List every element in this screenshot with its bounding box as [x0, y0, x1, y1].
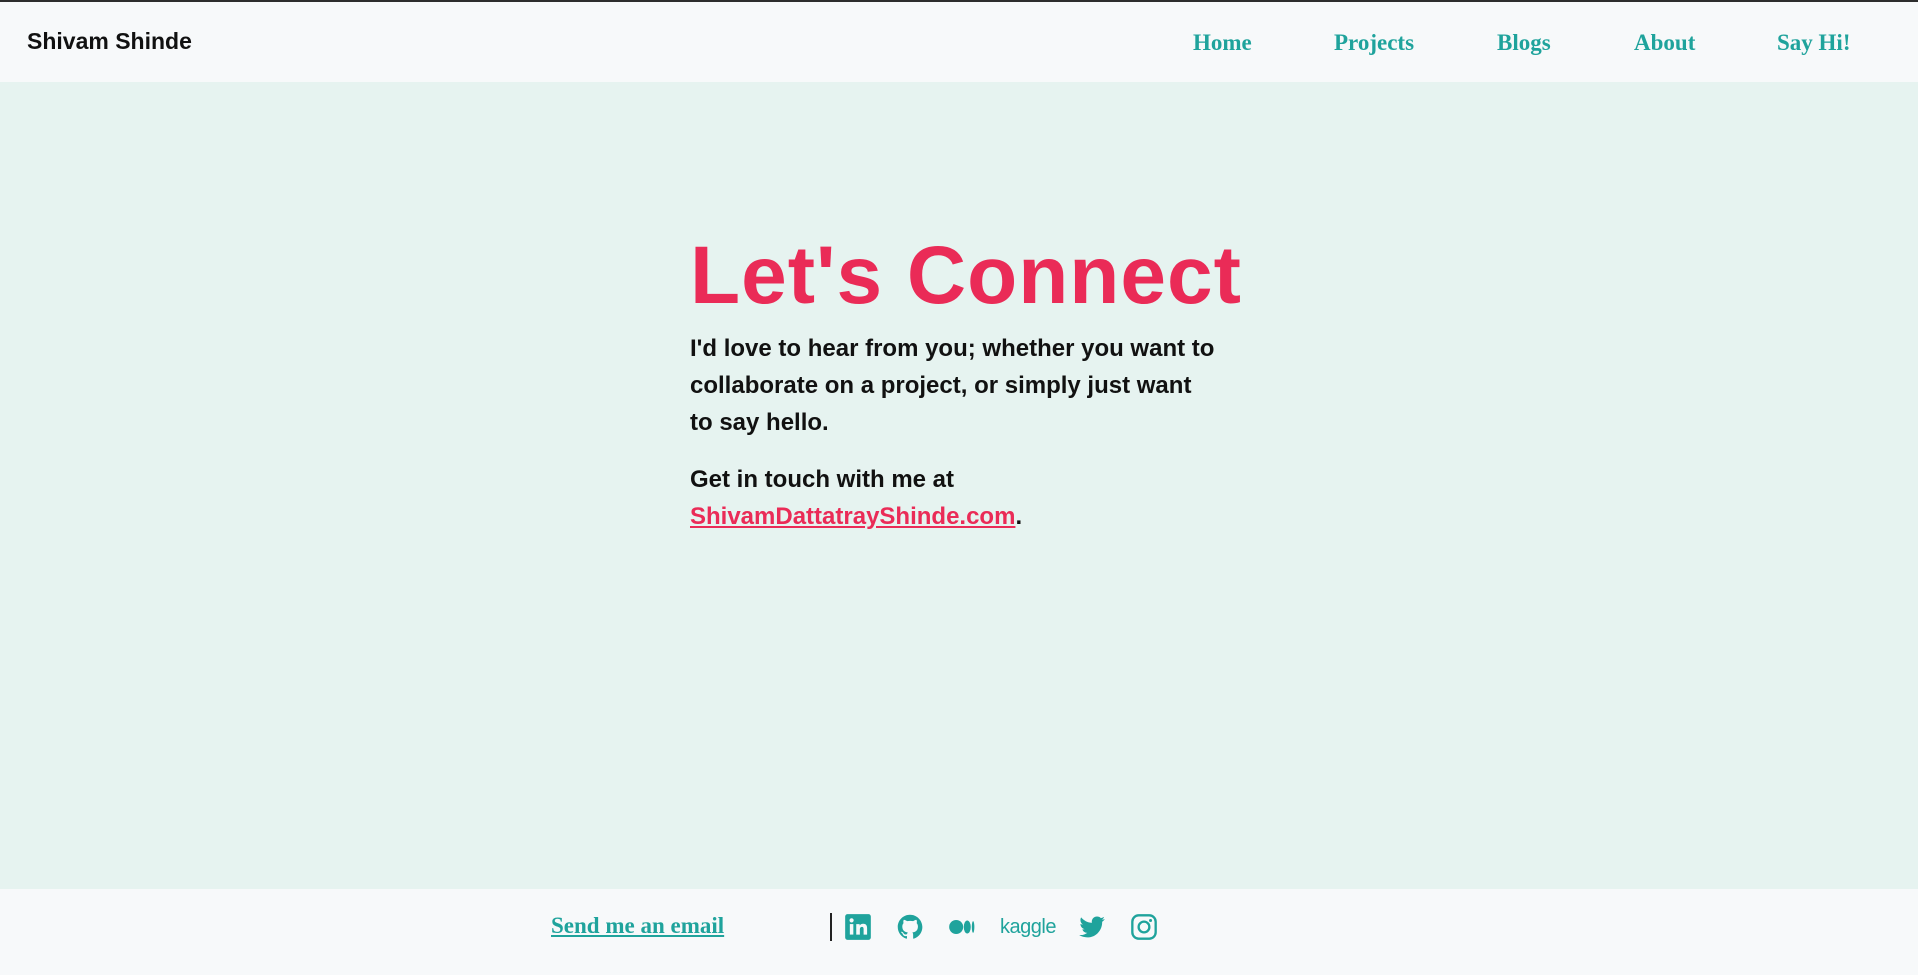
page-title: Let's Connect [690, 230, 1242, 321]
kaggle-icon[interactable]: kaggle [1000, 913, 1056, 941]
website-link[interactable]: ShivamDattatrayShinde.com [690, 503, 1015, 530]
main-nav: Home Projects Blogs About Say Hi! [0, 30, 1918, 60]
nav-link-about[interactable]: About [1634, 30, 1695, 56]
kaggle-label: kaggle [1000, 916, 1056, 938]
nav-link-blogs[interactable]: Blogs [1497, 30, 1551, 56]
github-icon[interactable] [896, 913, 924, 941]
contact-section: Let's Connect I'd love to hear from you;… [690, 230, 1250, 535]
top-navbar: Shivam Shinde Home Projects Blogs About … [0, 0, 1918, 82]
twitter-icon[interactable] [1078, 913, 1106, 941]
contact-suffix: . [1015, 503, 1023, 530]
intro-paragraph: I'd love to hear from you; whether you w… [690, 335, 1215, 436]
footer-divider [830, 913, 832, 941]
contact-prefix: Get in touch with me at [690, 466, 955, 493]
nav-link-home[interactable]: Home [1193, 30, 1252, 56]
medium-icon[interactable] [948, 913, 976, 941]
instagram-icon[interactable] [1130, 913, 1158, 941]
contact-paragraph: Get in touch with me at ShivamDattatrayS… [690, 461, 1220, 535]
send-email-link[interactable]: Send me an email [551, 913, 724, 939]
footer: Send me an email kaggle [0, 889, 1918, 975]
page: Shivam Shinde Home Projects Blogs About … [0, 0, 1918, 975]
nav-link-say-hi[interactable]: Say Hi! [1777, 30, 1850, 56]
nav-link-projects[interactable]: Projects [1334, 30, 1414, 56]
linkedin-icon[interactable] [844, 913, 872, 941]
